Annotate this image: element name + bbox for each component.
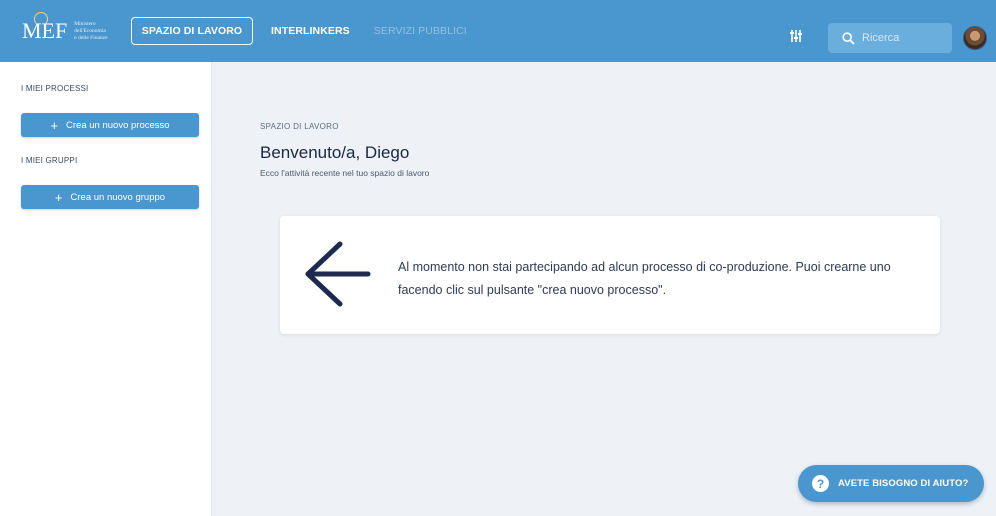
user-avatar[interactable]: [963, 26, 987, 50]
logo-text: Ministero dell'Economia e delle Finanze: [74, 21, 107, 42]
breadcrumb: SPAZIO DI LAVORO: [260, 122, 339, 131]
logo-line: e delle Finanze: [74, 34, 108, 41]
search-icon: [842, 31, 855, 45]
sliders-icon[interactable]: [789, 29, 803, 43]
question-icon: ?: [812, 475, 829, 492]
nav-public-services-link[interactable]: SERVIZI PUBBLICI: [374, 17, 467, 45]
new-group-button[interactable]: + Crea un nuovo gruppo: [21, 185, 199, 209]
search-box[interactable]: [828, 23, 952, 53]
logo-mark: MEF: [22, 12, 67, 42]
empty-state-message: Al momento non stai partecipando ad alcu…: [398, 260, 891, 297]
page-title: Benvenuto/a, Diego: [260, 143, 410, 162]
processes-heading: I MIEI PROCESSI: [21, 84, 89, 93]
plus-icon: +: [50, 117, 59, 133]
page-subtitle: Ecco l'attività recente nel tuo spazio d…: [260, 168, 430, 178]
logo-line: Ministero: [74, 20, 96, 27]
new-group-label: Crea un nuovo gruppo: [70, 191, 166, 203]
help-label: AVETE BISOGNO DI AIUTO?: [838, 478, 969, 489]
nav-interlinkers-link[interactable]: INTERLINKERS: [271, 17, 350, 45]
logo-line: dell'Economia: [74, 27, 106, 34]
sidebar: I MIEI PROCESSI + Crea un nuovo processo…: [0, 62, 212, 516]
groups-heading: I MIEI GRUPPI: [21, 156, 78, 165]
empty-state-card: Al momento non stai partecipando ad alcu…: [280, 216, 940, 334]
plus-icon: +: [54, 189, 63, 205]
arrow-left-icon: [305, 241, 371, 307]
mef-logo[interactable]: MEF Ministero dell'Economia e delle Fina…: [22, 9, 118, 53]
new-process-label: Crea un nuovo processo: [66, 119, 170, 131]
help-button[interactable]: ? AVETE BISOGNO DI AIUTO?: [798, 465, 984, 502]
nav-workspace-button[interactable]: SPAZIO DI LAVORO: [131, 17, 253, 45]
new-process-button[interactable]: + Crea un nuovo processo: [21, 113, 199, 137]
logo-ring-icon: [34, 12, 48, 26]
search-input[interactable]: [862, 32, 942, 44]
